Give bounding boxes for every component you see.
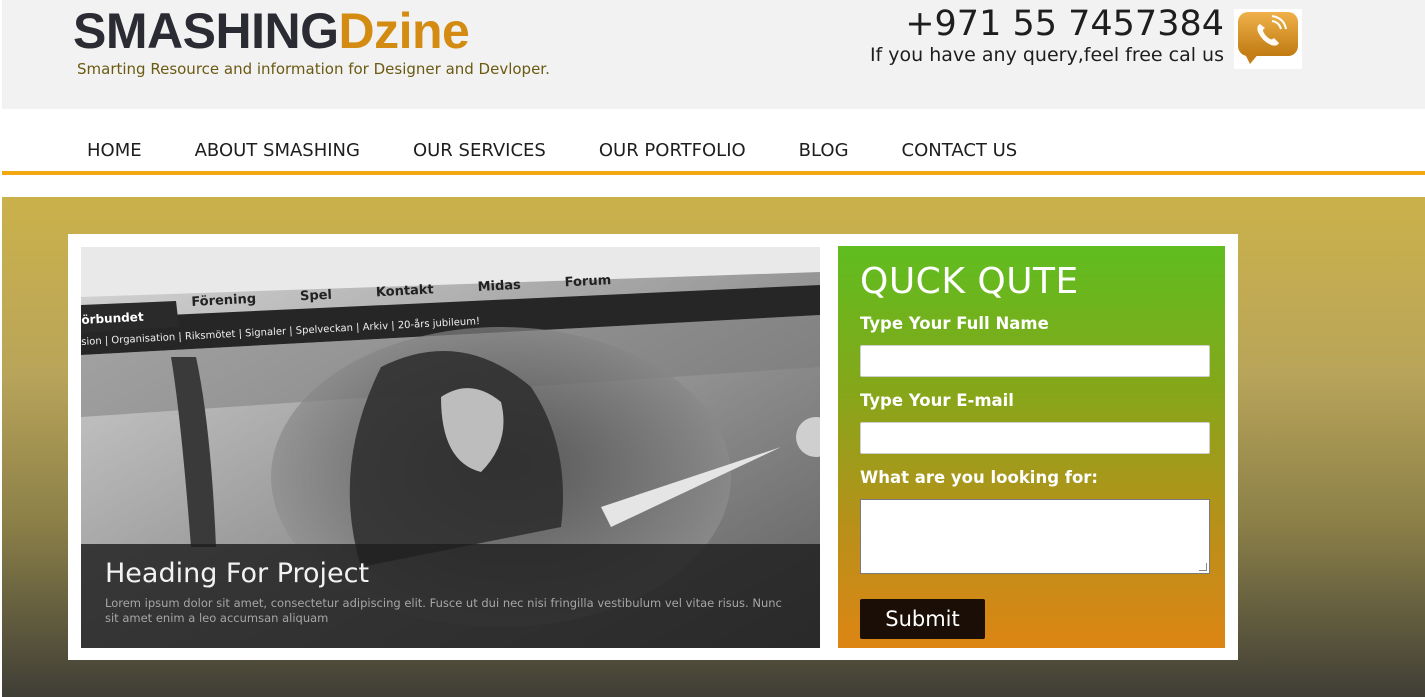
nav-item-home[interactable]: HOME	[87, 140, 142, 161]
email-input[interactable]	[860, 422, 1210, 454]
site-logo[interactable]: SMASHINGDzine	[73, 3, 470, 59]
logo-text-primary: SMASHING	[73, 3, 339, 59]
nav-item-about[interactable]: ABOUT SMASHING	[195, 140, 360, 161]
slider-tab: Spel	[299, 287, 333, 305]
quick-quote-title: QUCK QUTE	[860, 261, 1079, 302]
full-name-input[interactable]	[860, 345, 1210, 377]
slider-tab: Kontakt	[375, 282, 435, 301]
main-nav: HOME ABOUT SMASHING OUR SERVICES OUR POR…	[2, 109, 1425, 175]
resize-grip-icon[interactable]	[1199, 563, 1207, 571]
looking-for-label: What are you looking for:	[860, 468, 1099, 487]
logo-text-accent: Dzine	[338, 3, 470, 59]
email-label: Type Your E-mail	[860, 391, 1014, 410]
phone-number: +971 55 7457384	[905, 4, 1224, 44]
looking-for-textarea[interactable]	[860, 499, 1210, 574]
full-name-label: Type Your Full Name	[860, 314, 1049, 333]
slider-caption-title: Heading For Project	[105, 558, 370, 589]
nav-item-services[interactable]: OUR SERVICES	[413, 140, 546, 161]
project-slider[interactable]: Förening Spel Kontakt Midas Forum örbundet s…	[81, 247, 820, 648]
slider-caption: Heading For Project Lorem ipsum dolor si…	[81, 544, 820, 648]
nav-item-blog[interactable]: BLOG	[799, 140, 849, 161]
site-tagline: Smarting Resource and information for De…	[77, 60, 550, 78]
nav-item-portfolio[interactable]: OUR PORTFOLIO	[599, 140, 746, 161]
submit-button[interactable]: Submit	[860, 599, 985, 639]
query-text: If you have any query,feel free cal us	[869, 44, 1224, 66]
quick-quote-form: QUCK QUTE Type Your Full Name Type Your …	[838, 246, 1225, 648]
slider-caption-text: Lorem ipsum dolor sit amet, consectetur …	[105, 596, 782, 625]
nav-item-contact[interactable]: CONTACT US	[902, 140, 1018, 161]
phone-chat-icon	[1234, 9, 1302, 69]
slider-tab: Midas	[477, 277, 522, 295]
site-header: SMASHINGDzine Smarting Resource and info…	[2, 0, 1425, 109]
slider-tab: Forum	[564, 273, 612, 291]
